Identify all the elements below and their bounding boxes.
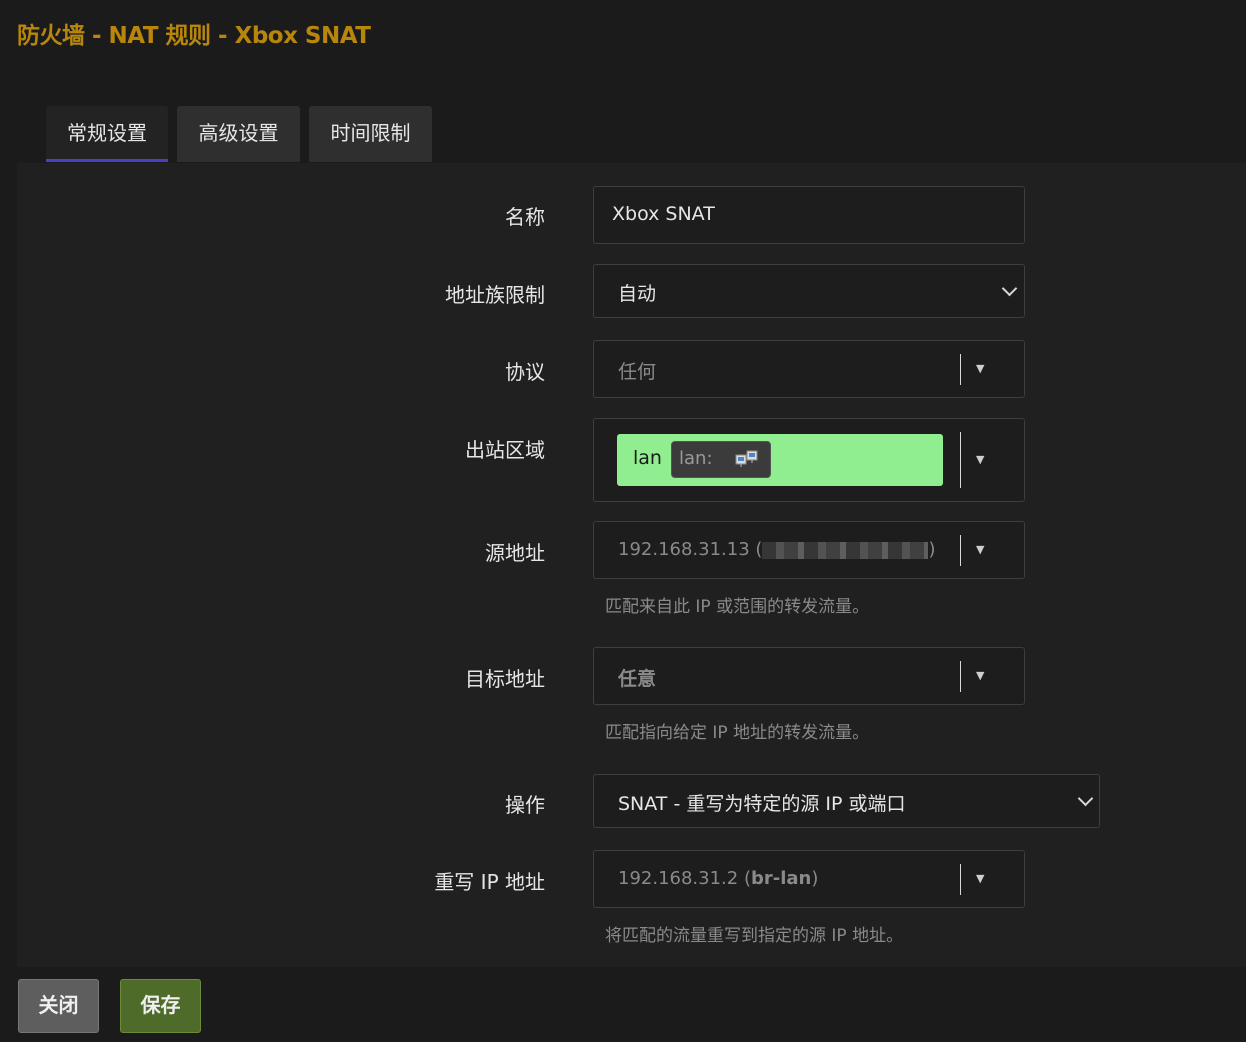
zone-name: lan <box>633 447 662 469</box>
zone-badge-text: lan: <box>679 448 713 469</box>
tab-general[interactable]: 常规设置 <box>46 106 168 162</box>
action-value: SNAT - 重写为特定的源 IP 或端口 <box>618 793 906 815</box>
close-button[interactable]: 关闭 <box>18 979 99 1033</box>
name-value: Xbox SNAT <box>612 203 715 225</box>
dst-addr-value: 任意 <box>618 668 657 690</box>
tab-time-restrictions[interactable]: 时间限制 <box>309 106 432 162</box>
rewrite-ip-help: 将匹配的流量重写到指定的源 IP 地址。 <box>605 926 904 946</box>
protocol-label: 协议 <box>505 360 545 384</box>
rewrite-ip-address: 192.168.31.2 ( <box>618 868 751 889</box>
rewrite-ip-interface: br-lan <box>750 868 812 889</box>
action-select[interactable]: SNAT - 重写为特定的源 IP 或端口 <box>593 774 1100 828</box>
src-addr-help: 匹配来自此 IP 或范围的转发流量。 <box>605 597 870 617</box>
dropdown-separator <box>960 354 961 385</box>
dst-addr-help: 匹配指向给定 IP 地址的转发流量。 <box>605 723 870 743</box>
protocol-dropdown[interactable]: 任何 ▼ <box>593 340 1025 398</box>
dst-addr-label: 目标地址 <box>465 667 545 691</box>
dropdown-separator <box>960 535 961 566</box>
dropdown-separator <box>960 432 961 488</box>
family-label: 地址族限制 <box>445 283 545 307</box>
dropdown-arrow-icon[interactable]: ▼ <box>976 362 990 376</box>
rewrite-ip-value: 192.168.31.2 (br-lan) <box>618 868 818 889</box>
name-label: 名称 <box>505 205 545 229</box>
rewrite-ip-close: ) <box>811 868 819 889</box>
action-label: 操作 <box>505 793 545 817</box>
zone-chip-lan[interactable]: lan lan: <box>617 434 943 486</box>
redacted-mac <box>762 541 929 559</box>
out-zone-label: 出站区域 <box>465 438 545 462</box>
network-interface-icon <box>735 450 758 467</box>
family-select[interactable]: 自动 <box>593 264 1025 318</box>
family-value: 自动 <box>618 283 657 305</box>
src-addr-dropdown[interactable]: 192.168.31.13 () ▼ <box>593 521 1025 579</box>
rewrite-ip-label: 重写 IP 地址 <box>434 870 545 894</box>
rewrite-ip-dropdown[interactable]: 192.168.31.2 (br-lan) ▼ <box>593 850 1025 908</box>
out-zone-dropdown[interactable]: lan lan: ▼ <box>593 418 1025 502</box>
chevron-down-icon <box>1001 280 1018 297</box>
dropdown-arrow-icon[interactable]: ▼ <box>976 453 990 467</box>
protocol-value: 任何 <box>618 361 657 383</box>
src-addr-label: 源地址 <box>485 541 545 565</box>
dst-addr-dropdown[interactable]: 任意 ▼ <box>593 647 1025 705</box>
page-title: 防火墙 - NAT 规则 - Xbox SNAT <box>17 23 371 49</box>
dropdown-arrow-icon[interactable]: ▼ <box>976 669 990 683</box>
dropdown-separator <box>960 864 961 895</box>
zone-badge: lan: <box>671 441 771 478</box>
tab-advanced[interactable]: 高级设置 <box>177 106 300 162</box>
chevron-down-icon <box>1077 790 1094 807</box>
name-input[interactable]: Xbox SNAT <box>593 186 1025 244</box>
src-addr-ip: 192.168.31.13 ( <box>618 539 763 560</box>
dropdown-arrow-icon[interactable]: ▼ <box>976 543 990 557</box>
src-addr-close: ) <box>928 539 936 560</box>
dropdown-separator <box>960 661 961 692</box>
dropdown-arrow-icon[interactable]: ▼ <box>976 872 990 886</box>
save-button[interactable]: 保存 <box>120 979 201 1033</box>
src-addr-value: 192.168.31.13 () <box>618 539 935 560</box>
